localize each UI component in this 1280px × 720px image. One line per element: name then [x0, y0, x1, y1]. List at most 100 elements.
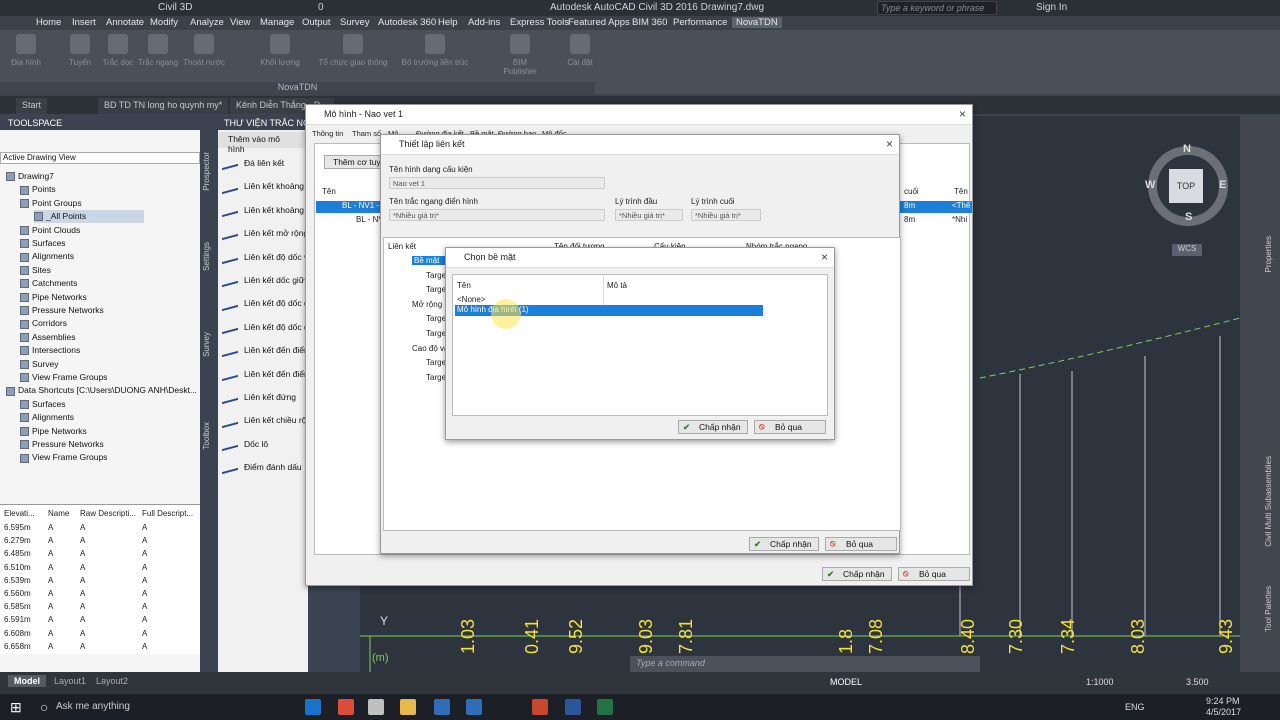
link-ok-button[interactable]: ✔ Chấp nhận — [749, 537, 819, 551]
command-line-input[interactable]: Type a command — [630, 656, 980, 672]
menu-tab-10[interactable]: Help — [438, 17, 458, 28]
ribbon-button-3[interactable]: Trắc ngang — [136, 34, 180, 67]
word-icon[interactable] — [565, 699, 581, 715]
surface-ok-button[interactable]: ✔ Chấp nhận — [678, 420, 748, 434]
palette-item[interactable]: Liên kết độ dốc đ — [222, 297, 309, 311]
menu-tab-0[interactable]: Home — [36, 17, 61, 28]
surface-cancel-button[interactable]: ⦸ Bỏ qua — [754, 420, 826, 434]
model-space-toggle[interactable]: MODEL — [830, 677, 862, 687]
viewcube-top-face[interactable]: TOP — [1169, 169, 1203, 203]
palette-item[interactable]: Liên kết khoảng c — [222, 180, 311, 194]
table-header[interactable]: Name — [48, 509, 69, 518]
tree-item[interactable]: View Frame Groups — [20, 451, 107, 464]
civil3d-icon[interactable] — [466, 699, 482, 715]
tree-item[interactable]: Alignments — [20, 250, 74, 263]
compass-s[interactable]: S — [1185, 211, 1192, 223]
ribbon-button-7[interactable]: Bố trường liên trúc — [400, 34, 470, 67]
menu-tab-8[interactable]: Survey — [340, 17, 370, 28]
section-field[interactable]: *Nhiều giá trị* — [389, 209, 605, 221]
cortana-search[interactable]: Ask me anything — [56, 701, 130, 712]
palette-item[interactable]: Liên kết độ dốc đ — [222, 320, 309, 335]
model-tab[interactable]: Model — [8, 675, 46, 687]
menu-tab-15[interactable]: Performance — [673, 17, 727, 28]
menu-tab-9[interactable]: Autodesk 360 — [378, 17, 436, 28]
autocad-icon[interactable] — [434, 699, 450, 715]
ribbon-button-8[interactable]: BIM Publisher — [498, 34, 542, 76]
tree-item[interactable]: Data Shortcuts [C:\Users\DUONG ANH\Deskt… — [6, 384, 197, 397]
menu-tab-2[interactable]: Annotate — [106, 17, 144, 28]
link-grid-row[interactable]: Mở rộng — [412, 300, 442, 309]
right-tab-1[interactable]: Civil Multi Subassemblies — [1264, 456, 1273, 547]
search-icon[interactable]: ○ — [40, 699, 48, 715]
palette-item[interactable]: Đá liên kết — [222, 157, 284, 171]
table-header[interactable]: Elevati... — [4, 509, 35, 518]
ribbon-button-0[interactable]: Địa hình — [4, 34, 48, 67]
tree-item[interactable]: Corridors — [20, 317, 67, 330]
side-tab-0[interactable]: Prospector — [202, 152, 211, 191]
tree-item[interactable]: Assemblies — [20, 331, 75, 344]
surface-option-none[interactable]: <None> — [457, 295, 485, 304]
palette-item[interactable]: Liên kết chiều rộn — [222, 414, 311, 428]
help-search-input[interactable]: Type a keyword or phrase — [877, 1, 997, 15]
menu-tab-4[interactable]: Analyze — [190, 17, 224, 28]
layout2-tab[interactable]: Layout2 — [96, 676, 128, 686]
tree-item[interactable]: Pipe Networks — [20, 425, 87, 438]
toolspace-view-select[interactable]: Active Drawing View — [0, 152, 200, 164]
tree-item[interactable]: Surfaces — [20, 237, 66, 250]
workspace-selector[interactable]: Civil 3D — [158, 2, 192, 13]
side-tab-1[interactable]: Settings — [202, 242, 211, 271]
menu-tab-12[interactable]: Express Tools — [510, 17, 569, 28]
table-header[interactable]: Raw Descripti... — [80, 509, 136, 518]
link-grid-header[interactable]: Liên kết — [388, 242, 416, 251]
clock-time[interactable]: 9:24 PM — [1206, 696, 1240, 706]
wcs-menu[interactable]: WCS — [1172, 244, 1202, 256]
tree-item[interactable]: Pipe Networks — [20, 291, 87, 304]
ribbon-button-9[interactable]: Cài đặt — [558, 34, 602, 67]
menu-tab-13[interactable]: Featured Apps — [568, 17, 630, 28]
main-cancel-button[interactable]: ⦸ Bỏ qua — [898, 567, 970, 581]
menu-tab-16[interactable]: NovaTDN — [732, 17, 782, 28]
tree-item[interactable]: Alignments — [20, 411, 74, 424]
layout1-tab[interactable]: Layout1 — [54, 676, 86, 686]
menu-tab-14[interactable]: BIM 360 — [632, 17, 667, 28]
menu-tab-7[interactable]: Output — [302, 17, 331, 28]
sign-in-button[interactable]: Sign In — [1036, 2, 1067, 13]
palette-item[interactable]: Điểm đánh dấu — [222, 461, 302, 475]
close-icon[interactable]: × — [821, 250, 828, 264]
table-header[interactable]: Full Descript... — [142, 509, 193, 518]
end-field[interactable]: *Nhiều giá trị* — [691, 209, 761, 221]
start-icon[interactable]: ⊞ — [10, 699, 22, 716]
chrome-icon[interactable] — [338, 699, 354, 715]
side-tab-2[interactable]: Survey — [202, 332, 211, 357]
powerpoint-icon[interactable] — [532, 699, 548, 715]
palette-item[interactable]: Liên kết độ dốc và — [222, 250, 313, 264]
ribbon-button-6[interactable]: Tổ chức giao thông — [318, 34, 388, 67]
viewcube[interactable]: TOP N S W E — [1145, 143, 1228, 226]
compass-e[interactable]: E — [1219, 179, 1226, 191]
palette-item[interactable]: Liên kết đứng — [222, 391, 296, 405]
link-grid-row[interactable]: Bề mặt — [412, 256, 450, 265]
compass-n[interactable]: N — [1183, 143, 1191, 155]
tree-item[interactable]: Point Clouds — [20, 224, 80, 237]
palette-item[interactable]: Liên kết mở rộng t — [222, 227, 313, 241]
menu-tab-1[interactable]: Insert — [72, 17, 96, 28]
tree-item[interactable]: Catchments — [20, 277, 77, 290]
main-tab-0[interactable]: Thông tin — [312, 129, 343, 138]
right-tab-2[interactable]: Tool Palettes — [1264, 586, 1273, 632]
menu-tab-3[interactable]: Modify — [150, 17, 178, 28]
tree-item[interactable]: Point Groups — [20, 197, 82, 210]
layer-selector[interactable]: 0 — [318, 2, 324, 13]
tree-item[interactable]: Surfaces — [20, 398, 66, 411]
tree-item[interactable]: Pressure Networks — [20, 304, 104, 317]
main-ok-button[interactable]: ✔ Chấp nhận — [822, 567, 892, 581]
explorer-icon[interactable] — [400, 699, 416, 715]
tree-item[interactable]: Drawing7 — [6, 170, 54, 183]
excel-icon[interactable] — [597, 699, 613, 715]
menu-tab-6[interactable]: Manage — [260, 17, 294, 28]
menu-tab-5[interactable]: View — [230, 17, 250, 28]
doc-tab-0[interactable]: Start — [16, 98, 49, 114]
language-indicator[interactable]: ENG — [1125, 702, 1145, 712]
ribbon-button-2[interactable]: Trắc dọc — [96, 34, 140, 67]
close-icon[interactable]: × — [959, 107, 966, 121]
tree-item[interactable]: Pressure Networks — [20, 438, 104, 451]
